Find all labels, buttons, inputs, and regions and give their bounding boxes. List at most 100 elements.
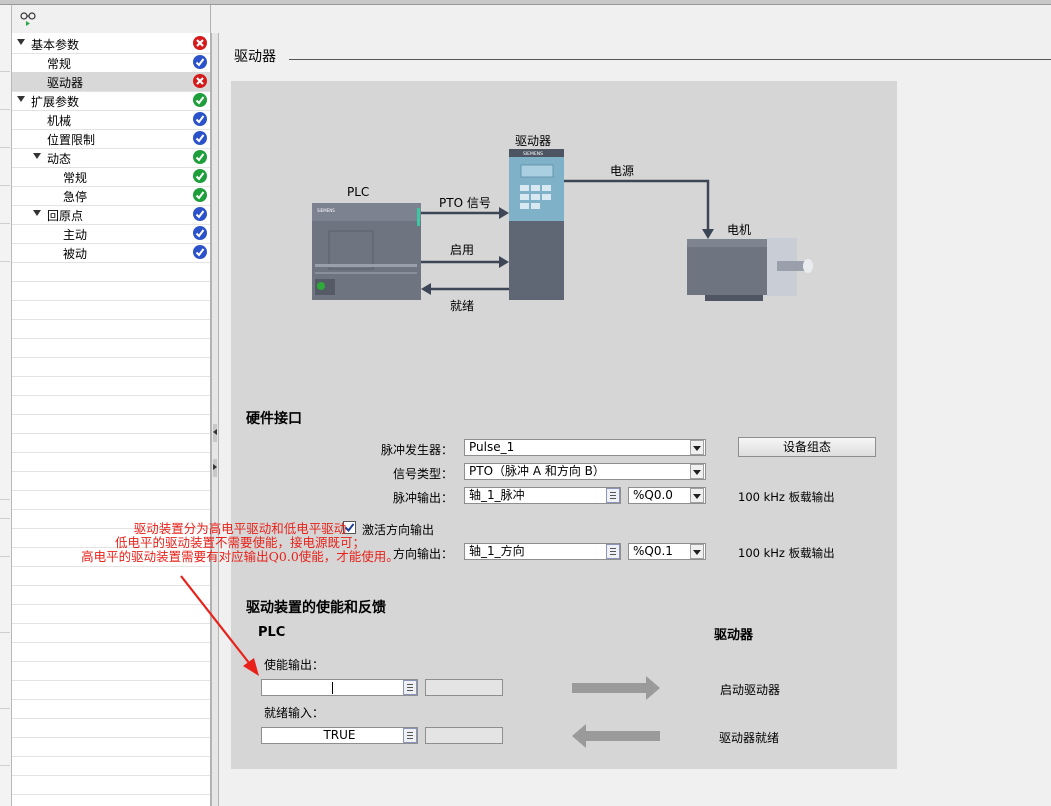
- tree-empty-row: [12, 718, 210, 738]
- enable-output-address-field: [425, 679, 503, 696]
- checkmark-icon: [193, 55, 207, 69]
- chevron-down-icon[interactable]: [690, 440, 704, 455]
- device-config-button[interactable]: 设备组态: [738, 437, 876, 457]
- checkmark-icon: [193, 131, 207, 145]
- annotation-line-3: 高电平的驱动装置需要有对应输出Q0.0使能，才能使用。: [81, 549, 399, 564]
- drive-config-panel: SIEMENS SIEMENS PLC 驱动器 电源 电机 PTO 信号 启用 …: [231, 81, 897, 769]
- direction-output-value: 轴_1_方向: [469, 544, 525, 558]
- view-options-icon[interactable]: [20, 11, 38, 27]
- tree-empty-row: [12, 376, 210, 396]
- error-x-icon: [193, 36, 207, 50]
- motor-graphic: [687, 238, 813, 301]
- tag-list-icon[interactable]: [403, 680, 417, 695]
- plc-brand-text: SIEMENS: [317, 208, 335, 213]
- tree-item[interactable]: 回原点: [12, 205, 210, 225]
- tree-empty-row: [12, 737, 210, 757]
- tree-empty-row: [12, 680, 210, 700]
- tree-item[interactable]: 被动: [12, 243, 210, 263]
- tree-toolbar: [12, 5, 210, 33]
- tree-item[interactable]: 动态: [12, 148, 210, 168]
- panel-splitter[interactable]: [211, 33, 219, 806]
- expand-arrow-icon[interactable]: [33, 210, 41, 216]
- drive-graphic: SIEMENS: [509, 149, 564, 300]
- checkmark-icon: [193, 169, 207, 183]
- direction-output-address: %Q0.1: [633, 544, 673, 558]
- pulse-generator-label: 脉冲发生器：: [381, 443, 454, 457]
- tree-empty-row: [12, 338, 210, 358]
- checkmark-icon: [193, 150, 207, 164]
- text-cursor: [332, 682, 333, 694]
- pulse-output-value: 轴_1_脉冲: [469, 488, 525, 502]
- tag-list-icon[interactable]: [403, 728, 417, 743]
- direction-output-field[interactable]: 轴_1_方向: [464, 543, 621, 560]
- tag-list-icon[interactable]: [606, 488, 620, 503]
- pto-signal-label: PTO 信号: [439, 196, 491, 210]
- tree-empty-row: [12, 433, 210, 453]
- tree-item-label: 机械: [47, 114, 72, 128]
- tree-item[interactable]: 急停: [12, 186, 210, 206]
- tree-item[interactable]: 位置限制: [12, 129, 210, 149]
- tree-item[interactable]: 常规: [12, 167, 210, 187]
- tree-item[interactable]: 常规: [12, 53, 210, 73]
- expand-arrow-icon[interactable]: [17, 96, 25, 102]
- arrow-right-icon: [572, 676, 660, 700]
- tree-empty-row: [12, 300, 210, 320]
- expand-right-icon[interactable]: [213, 459, 217, 477]
- tree-item-label: 驱动器: [47, 76, 84, 90]
- tree-empty-row: [12, 395, 210, 415]
- red-annotation-note: 驱动装置分为高电平驱动和低电平驱动 低电平的驱动装置不需要使能，接电源既可； 高…: [60, 522, 420, 564]
- enable-output-field[interactable]: [261, 679, 418, 696]
- checkmark-icon: [193, 112, 207, 126]
- start-drive-label: 启动驱动器: [720, 683, 781, 697]
- ready-signal-label: 就绪: [450, 299, 475, 313]
- tag-list-icon[interactable]: [606, 544, 620, 559]
- pulse-output-field[interactable]: 轴_1_脉冲: [464, 487, 621, 504]
- ready-input-label: 就绪输入：: [264, 706, 325, 720]
- chevron-down-icon[interactable]: [690, 544, 704, 559]
- motor-label: 电机: [727, 223, 752, 237]
- pulse-output-address: %Q0.0: [633, 488, 673, 502]
- tree-empty-row: [12, 414, 210, 434]
- expand-arrow-icon[interactable]: [17, 39, 25, 45]
- signal-type-value: PTO（脉冲 A 和方向 B）: [469, 464, 605, 478]
- tree-empty-row: [12, 471, 210, 491]
- checkmark-icon: [193, 226, 207, 240]
- annotation-line-1: 驱动装置分为高电平驱动和低电平驱动: [133, 521, 347, 536]
- tree-empty-row: [12, 775, 210, 795]
- hardware-interface-heading: 硬件接口: [246, 411, 302, 427]
- ready-input-value: TRUE: [323, 728, 356, 742]
- tree-item-label: 常规: [47, 57, 72, 71]
- tree-item-label: 扩展参数: [31, 95, 80, 109]
- navigation-tree: 基本参数 常规 驱动器 扩展参数 机械 位置限制 动态 常规 急停 回原点 主动 被动: [12, 5, 211, 806]
- chevron-down-icon[interactable]: [690, 488, 704, 503]
- expand-arrow-icon[interactable]: [33, 153, 41, 159]
- tree-item-label: 被动: [63, 247, 88, 261]
- enable-feedback-heading: 驱动装置的使能和反馈: [246, 600, 386, 616]
- tree-empty-row: [12, 262, 210, 282]
- tree-empty-row: [12, 490, 210, 510]
- drive-column-heading: 驱动器: [714, 628, 754, 643]
- enable-output-label: 使能输出：: [264, 658, 325, 672]
- pulse-output-note: 100 kHz 板载输出: [738, 490, 835, 504]
- drive-brand-text: SIEMENS: [523, 151, 543, 157]
- checkmark-icon: [193, 207, 207, 221]
- signal-type-select[interactable]: PTO（脉冲 A 和方向 B）: [464, 463, 706, 480]
- power-label: 电源: [610, 164, 635, 178]
- tree-empty-row: [12, 452, 210, 472]
- chevron-down-icon[interactable]: [690, 464, 704, 479]
- collapse-left-icon[interactable]: [213, 424, 217, 442]
- ready-input-field[interactable]: TRUE: [261, 727, 418, 744]
- tree-item[interactable]: 机械: [12, 110, 210, 130]
- error-x-icon: [193, 74, 207, 88]
- tree-item-label: 常规: [63, 171, 88, 185]
- tree-item[interactable]: 主动: [12, 224, 210, 244]
- tree-item[interactable]: 基本参数: [12, 34, 210, 54]
- annotation-line-2: 低电平的驱动装置不需要使能，接电源既可；: [114, 535, 365, 550]
- pulse-generator-select[interactable]: Pulse_1: [464, 439, 706, 456]
- tree-empty-row: [12, 281, 210, 301]
- section-divider: [289, 59, 1051, 60]
- checkmark-icon: [193, 93, 207, 107]
- tree-item[interactable]: 驱动器: [12, 72, 210, 92]
- tree-item-label: 主动: [63, 228, 88, 242]
- tree-item[interactable]: 扩展参数: [12, 91, 210, 111]
